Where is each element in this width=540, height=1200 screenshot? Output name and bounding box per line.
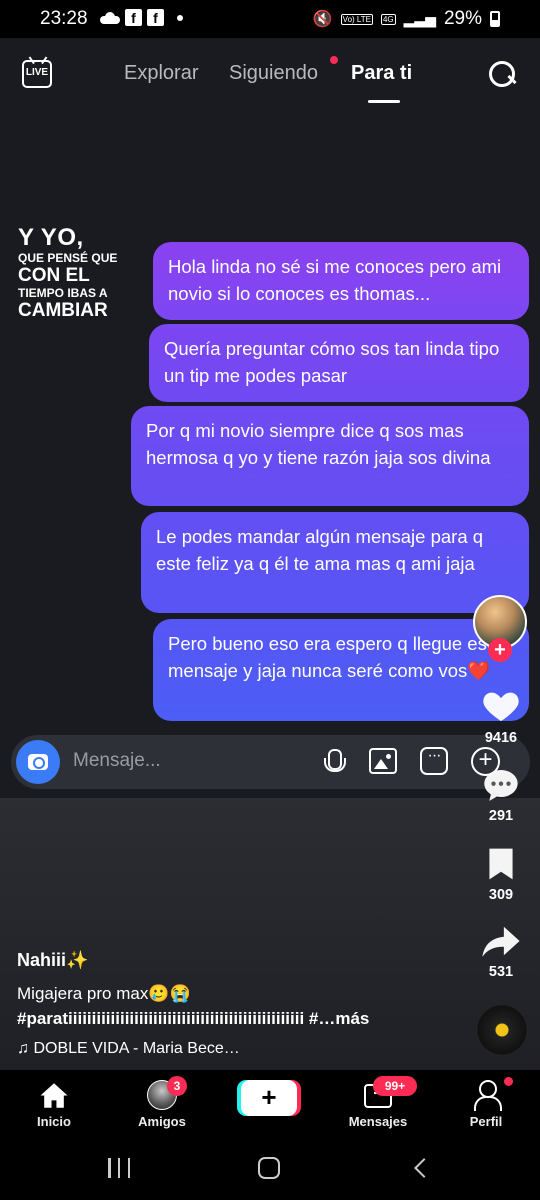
nav-label: Amigos	[138, 1114, 186, 1129]
chat-bubble: Le podes mandar algún mensaje para q est…	[141, 512, 529, 613]
volte-icon: Vo) LTE	[340, 13, 373, 25]
system-home-icon[interactable]	[258, 1157, 280, 1179]
camera-icon	[16, 740, 60, 784]
live-icon[interactable]: LIVE	[22, 60, 52, 88]
profile-icon	[473, 1080, 502, 1111]
top-navigation: LIVE Explorar Siguiendo Para ti	[0, 38, 540, 108]
mute-icon: 🔇	[312, 11, 333, 28]
clock: 23:28	[40, 8, 88, 29]
nav-label: Mensajes	[348, 1114, 408, 1129]
signal-icon: ▂▃▅	[403, 10, 436, 27]
status-bar: 23:28 f f 🔇 Vo) LTE 4G ▂▃▅ 29%	[0, 0, 540, 38]
bottom-navigation: Inicio 3 Amigos + 99+ Mensajes Perfil	[0, 1070, 540, 1136]
share-count: 531	[488, 964, 514, 980]
tab-explorar[interactable]: Explorar	[124, 62, 198, 85]
like-icon[interactable]	[481, 686, 521, 726]
music-title[interactable]: ♫ DOBLE VIDA - Maria Bece…	[17, 1040, 240, 1058]
chat-bubble: Pero bueno eso era espero q llegue ese m…	[153, 619, 529, 721]
create-button[interactable]: +	[241, 1080, 297, 1116]
comment-icon[interactable]	[481, 765, 521, 805]
nav-mensajes[interactable]: 99+ Mensajes	[338, 1070, 418, 1136]
chat-bubble: Por q mi novio siempre dice q sos mas he…	[131, 406, 529, 506]
nav-inicio[interactable]: Inicio	[14, 1070, 94, 1136]
facebook-icon-2: f	[147, 9, 164, 26]
gallery-icon	[369, 748, 397, 774]
nav-perfil[interactable]: Perfil	[446, 1070, 526, 1136]
sticker-icon: ···	[420, 747, 448, 775]
comment-count: 291	[488, 808, 514, 824]
chat-bubble: Hola linda no sé si me conoces pero ami …	[153, 242, 529, 320]
caption-line: CON EL	[18, 265, 90, 286]
caption-line: Y YO,	[18, 224, 84, 251]
messages-badge: 99+	[373, 1076, 417, 1096]
video-lower-area	[0, 798, 540, 1070]
video-caption-overlay: Y YO, QUE PENSÉ QUE CON EL TIEMPO IBAS A…	[18, 224, 158, 321]
profile-notification-dot	[504, 1077, 513, 1086]
microphone-icon	[323, 749, 346, 777]
more-notifications-icon	[177, 14, 183, 21]
network-icon: 4G	[380, 13, 396, 25]
tab-para-ti[interactable]: Para ti	[351, 62, 412, 85]
bookmark-icon[interactable]	[485, 846, 517, 882]
system-navigation	[0, 1136, 540, 1200]
share-icon[interactable]	[481, 923, 521, 959]
battery-percent: 29%	[443, 8, 482, 29]
message-composer: Mensaje... ··· +	[11, 735, 530, 789]
recents-icon[interactable]	[108, 1158, 130, 1178]
active-tab-indicator	[368, 100, 400, 103]
battery-icon	[490, 11, 500, 27]
follow-button[interactable]: +	[488, 638, 512, 662]
like-count: 9416	[484, 730, 518, 746]
tab-siguiendo[interactable]: Siguiendo	[229, 62, 318, 85]
friends-badge: 3	[167, 1076, 187, 1096]
caption-line: QUE PENSÉ QUE	[18, 251, 118, 265]
creator-username[interactable]: Nahiii✨	[17, 950, 88, 971]
post-description: Migajera pro max🥲😭	[17, 984, 191, 1003]
chat-bubble: Quería preguntar cómo sos tan linda tipo…	[149, 324, 529, 402]
home-icon	[40, 1083, 68, 1108]
nav-amigos[interactable]: 3 Amigos	[122, 1070, 202, 1136]
caption-line: TIEMPO IBAS A	[18, 286, 108, 300]
system-icons: 🔇 Vo) LTE 4G ▂▃▅ 29%	[313, 8, 500, 30]
caption-line: CAMBIAR	[18, 300, 108, 321]
search-icon[interactable]	[489, 61, 515, 87]
save-count: 309	[488, 887, 514, 903]
nav-label: Perfil	[469, 1114, 503, 1129]
nav-label: Inicio	[37, 1114, 71, 1129]
new-content-dot	[330, 56, 338, 64]
message-placeholder: Mensaje...	[73, 750, 161, 771]
post-hashtags[interactable]: #paratiiiiiiiiiiiiiiiiiiiiiiiiiiiiiiiiii…	[17, 1009, 437, 1029]
music-disc-icon[interactable]	[476, 1004, 528, 1056]
back-icon[interactable]	[414, 1158, 434, 1178]
notification-icons: f f	[100, 9, 183, 26]
cloud-icon	[100, 11, 120, 24]
facebook-icon: f	[125, 9, 142, 26]
